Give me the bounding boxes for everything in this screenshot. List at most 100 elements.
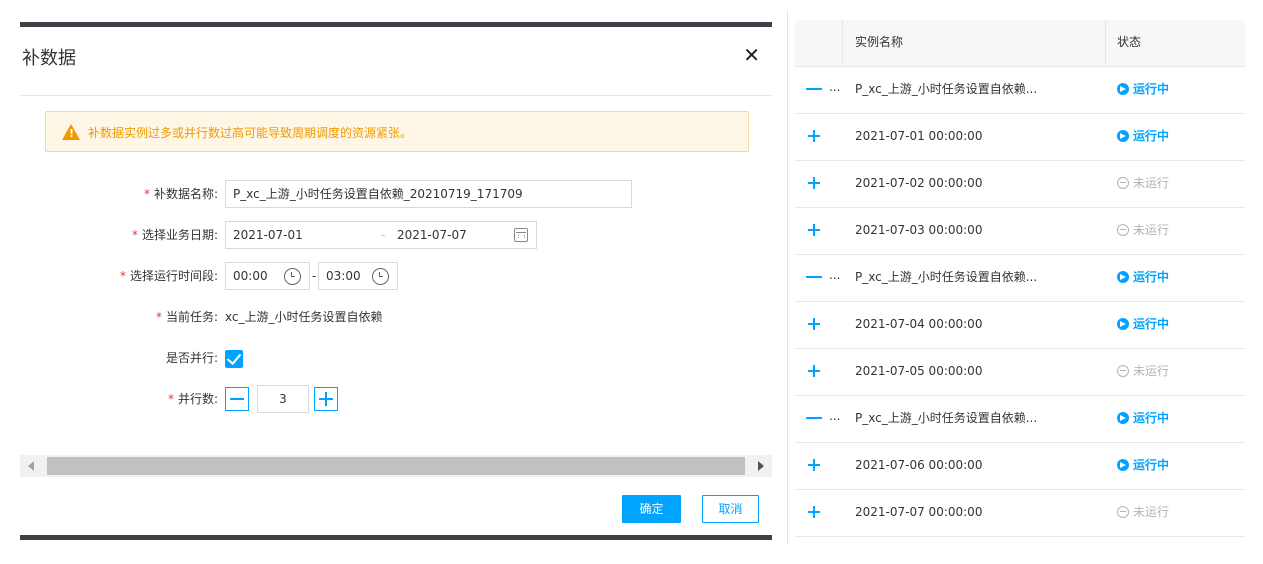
field-label-time: * 选择运行时间段: (119, 269, 218, 283)
expand-icon[interactable] (805, 315, 823, 333)
field-label-name: * 补数据名称: (143, 187, 218, 201)
not-running-icon (1117, 365, 1129, 377)
status-text: 未运行 (1133, 223, 1170, 237)
status-text: 运行中 (1133, 458, 1170, 472)
table-row[interactable]: 2021-07-07 00:00:00 未运行 (795, 490, 1245, 537)
table-row[interactable]: 2021-07-04 00:00:00 运行中 (795, 302, 1245, 349)
running-icon (1117, 318, 1129, 330)
ellipsis-text: ... (829, 409, 841, 423)
table-row[interactable]: 2021-07-03 00:00:00 未运行 (795, 208, 1245, 255)
instance-name: 2021-07-06 00:00:00 (855, 458, 983, 472)
status-text: 未运行 (1133, 364, 1170, 378)
warning-alert: 补数据实例过多或并行数过高可能导致周期调度的资源紧张。 (45, 111, 749, 152)
instance-name: P_xc_上游_小时任务设置自依赖... (855, 270, 1038, 284)
warning-text: 补数据实例过多或并行数过高可能导致周期调度的资源紧张。 (88, 126, 413, 140)
calendar-icon[interactable] (514, 228, 528, 242)
parallel-count-input[interactable]: 3 (257, 385, 309, 413)
required-mark: * (131, 228, 138, 242)
status-text: 运行中 (1133, 317, 1170, 331)
running-icon (1117, 412, 1129, 424)
expand-icon[interactable] (805, 174, 823, 192)
date-end: 2021-07-07 (397, 228, 467, 242)
decrement-button[interactable] (225, 387, 249, 411)
table-header: 实例名称 状态 (795, 20, 1245, 67)
expand-icon[interactable] (805, 456, 823, 474)
instance-name: P_xc_上游_小时任务设置自依赖... (855, 411, 1038, 425)
status-text: 运行中 (1133, 129, 1170, 143)
required-mark: * (143, 187, 150, 201)
status-badge: 运行中 (1117, 114, 1169, 159)
status-badge: 未运行 (1117, 349, 1169, 394)
table-row[interactable]: 2021-07-06 00:00:00 运行中 (795, 443, 1245, 490)
table-row[interactable]: ... P_xc_上游_小时任务设置自依赖... 运行中 (795, 255, 1245, 302)
table-row[interactable]: ... P_xc_上游_小时任务设置自依赖... 运行中 (795, 396, 1245, 443)
scrollbar-thumb[interactable] (47, 457, 745, 475)
expand-icon[interactable] (805, 503, 823, 521)
collapse-icon[interactable] (805, 268, 823, 286)
running-icon (1117, 271, 1129, 283)
status-badge: 未运行 (1117, 208, 1169, 253)
scroll-left-icon[interactable] (28, 461, 34, 471)
table-body: ... P_xc_上游_小时任务设置自依赖... 运行中 2021-07-01 00:… (795, 67, 1245, 537)
required-mark: * (155, 310, 162, 324)
field-label-count: * 并行数: (167, 392, 218, 406)
cancel-button[interactable]: 取消 (702, 495, 759, 523)
table-row[interactable]: 2021-07-05 00:00:00 未运行 (795, 349, 1245, 396)
instance-name: 2021-07-07 00:00:00 (855, 505, 983, 519)
warning-icon (62, 124, 80, 140)
form-row-time: * 选择运行时间段: (20, 262, 218, 290)
not-running-icon (1117, 224, 1129, 236)
time-separator: - (312, 269, 317, 283)
horizontal-scrollbar[interactable] (20, 455, 772, 477)
status-text: 未运行 (1133, 176, 1170, 190)
close-icon[interactable]: ✕ (743, 45, 760, 65)
status-text: 运行中 (1133, 411, 1170, 425)
ellipsis-text: ... (829, 80, 841, 94)
divider (20, 95, 772, 96)
table-row[interactable]: 2021-07-01 00:00:00 运行中 (795, 114, 1245, 161)
expand-icon[interactable] (805, 362, 823, 380)
current-task-value: xc_上游_小时任务设置自依赖 (225, 310, 383, 324)
instance-name: P_xc_上游_小时任务设置自依赖... (855, 82, 1038, 96)
form-row-name: * 补数据名称: (20, 180, 218, 208)
increment-button[interactable] (314, 387, 338, 411)
collapse-icon[interactable] (805, 80, 823, 98)
required-mark: * (167, 392, 174, 406)
field-label-parallel: 是否并行: (165, 351, 218, 365)
instance-name: 2021-07-03 00:00:00 (855, 223, 983, 237)
instance-table: 实例名称 状态 ... P_xc_上游_小时任务设置自依赖... 运行中 2021-0… (795, 20, 1245, 537)
scroll-right-icon[interactable] (758, 461, 764, 471)
running-icon (1117, 130, 1129, 142)
table-row[interactable]: ... P_xc_上游_小时任务设置自依赖... 运行中 (795, 67, 1245, 114)
date-start: 2021-07-01 (233, 228, 303, 242)
confirm-button[interactable]: 确定 (622, 495, 681, 523)
required-mark: * (119, 269, 126, 283)
status-badge: 运行中 (1117, 302, 1169, 347)
field-label-task: * 当前任务: (155, 310, 218, 324)
status-badge: 运行中 (1117, 443, 1169, 488)
date-range-picker[interactable]: 2021-07-01 - 2021-07-07 (225, 221, 537, 249)
dialog-title: 补数据 (22, 48, 76, 69)
clock-icon[interactable] (284, 268, 301, 285)
status-text: 未运行 (1133, 505, 1170, 519)
table-row[interactable]: 2021-07-02 00:00:00 未运行 (795, 161, 1245, 208)
form-row-date: * 选择业务日期: (20, 221, 218, 249)
form-row-task: * 当前任务: (20, 303, 218, 331)
column-header-name: 实例名称 (855, 35, 904, 49)
clock-icon[interactable] (372, 268, 389, 285)
instance-name: 2021-07-05 00:00:00 (855, 364, 983, 378)
expand-icon[interactable] (805, 221, 823, 239)
status-badge: 未运行 (1117, 490, 1169, 535)
instance-name: 2021-07-02 00:00:00 (855, 176, 983, 190)
expand-icon[interactable] (805, 127, 823, 145)
not-running-icon (1117, 506, 1129, 518)
instance-name: 2021-07-04 00:00:00 (855, 317, 983, 331)
status-badge: 运行中 (1117, 67, 1169, 112)
time-end-picker[interactable]: 03:00 (318, 262, 398, 290)
collapse-icon[interactable] (805, 409, 823, 427)
time-start-picker[interactable]: 00:00 (225, 262, 310, 290)
parallel-checkbox[interactable] (225, 350, 243, 368)
status-badge: 运行中 (1117, 255, 1169, 300)
backfill-name-input[interactable]: P_xc_上游_小时任务设置自依赖_20210719_171709 (225, 180, 632, 208)
status-text: 运行中 (1133, 82, 1170, 96)
